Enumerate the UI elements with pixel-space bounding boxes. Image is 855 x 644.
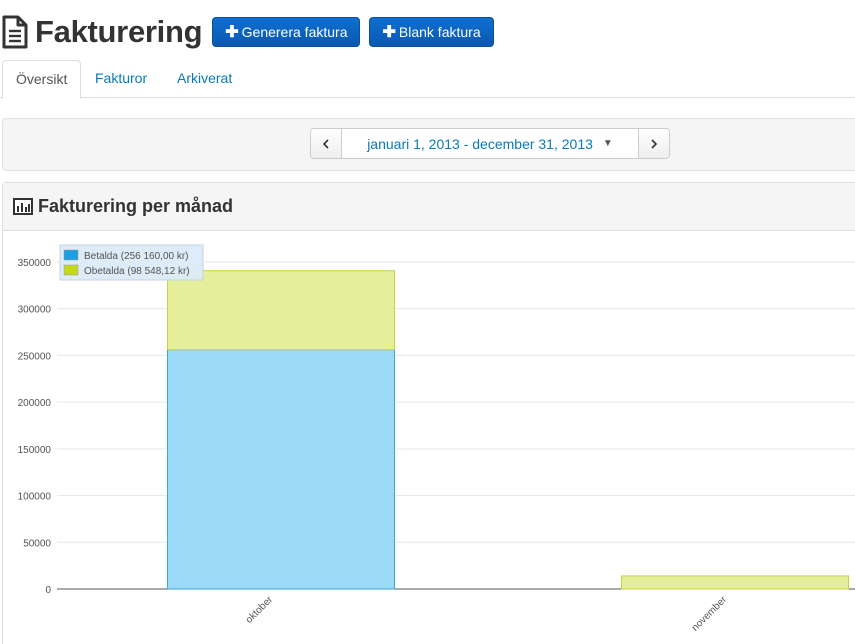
y-tick-label: 100000 <box>18 492 52 503</box>
bar-oktober-series-1 <box>167 270 395 351</box>
y-tick-label: 300000 <box>18 305 52 316</box>
y-tick-label: 0 <box>45 585 51 596</box>
billing-chart: 0 50000 100000 150000 200000 250000 300000 3500… <box>18 244 855 634</box>
x-tick-label: november <box>690 594 730 634</box>
x-tick-label: oktober <box>244 594 276 626</box>
legend-swatch <box>63 249 79 261</box>
legend-label: Obetalda (98 548,12 kr) <box>84 266 190 277</box>
y-tick-label: 350000 <box>18 258 52 269</box>
y-tick-label: 50000 <box>23 538 51 549</box>
y-tick-label: 200000 <box>18 398 52 409</box>
y-tick-label: 250000 <box>18 351 52 362</box>
bar-november-series-1 <box>621 575 849 590</box>
y-tick-label: 150000 <box>18 445 52 456</box>
legend-label: Betalda (256 160,00 kr) <box>84 251 189 262</box>
bar-oktober-series-0 <box>167 349 395 590</box>
legend-swatch <box>63 264 79 276</box>
